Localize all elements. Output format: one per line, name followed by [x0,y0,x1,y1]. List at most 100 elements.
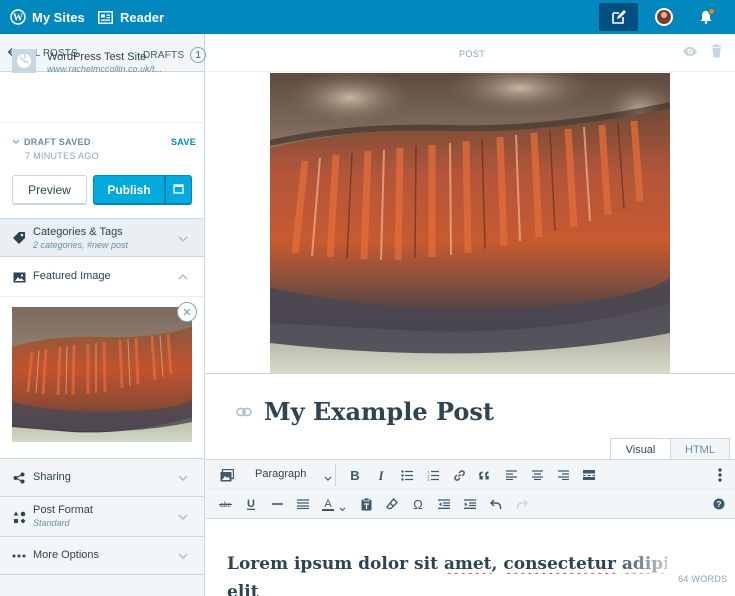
link-icon[interactable] [451,467,467,483]
trash-icon[interactable] [711,44,722,61]
italic-icon[interactable]: I [373,467,389,483]
site-globe-icon [12,49,36,73]
svg-text:3: 3 [427,477,430,481]
read-more-icon[interactable] [581,467,597,483]
chevron-down-icon [177,550,189,562]
horizontal-line-icon[interactable] [269,496,285,512]
accordion-title: Post Format [33,504,93,516]
align-left-icon[interactable] [503,467,519,483]
featured-image-photo [12,307,192,442]
paste-text-icon[interactable] [358,496,374,512]
ellipsis-icon [12,549,26,563]
outdent-icon[interactable] [436,496,452,512]
more-options-accordion[interactable]: More Options [0,536,204,574]
publish-button[interactable]: Publish [93,175,165,205]
share-icon [12,471,26,485]
post-format-accordion[interactable]: Post Format Standard [0,496,204,536]
eye-icon[interactable] [682,46,698,60]
underline-icon[interactable]: U [243,496,259,512]
numbered-list-icon[interactable]: 123 [425,467,441,483]
bullet-list-icon[interactable] [399,467,415,483]
notifications-button[interactable] [697,0,715,34]
drafts-link[interactable]: DRAFTS 1 [143,47,207,63]
featured-image-accordion[interactable]: Featured Image [0,256,204,296]
accordion-title: Sharing [33,471,71,483]
svg-text:I: I [377,469,384,481]
word-count: 64 WORDS [678,574,728,584]
accordion-subtitle: Standard [33,518,70,528]
site-url: www.rachelmccollin.co.uk/t... [47,64,163,74]
accordion-title: Categories & Tags [33,226,123,238]
reader-icon [98,10,120,24]
tab-visual[interactable]: Visual [610,438,671,460]
image-icon [12,270,26,284]
draft-status-toggle[interactable]: DRAFT SAVED [12,137,91,147]
toolbar-separator [335,464,336,486]
svg-text:W: W [13,13,23,24]
redo-icon[interactable] [514,496,530,512]
post-image-photo [270,73,670,373]
my-sites-label: My Sites [32,9,85,25]
post-image[interactable] [270,73,670,373]
masterbar: W My Sites Reader [0,0,735,34]
save-button[interactable]: SAVE [171,137,196,147]
post-editor: POST My Example Post Visual HTML Paragra… [206,34,735,596]
preview-button[interactable]: Preview [12,175,87,205]
svg-text:A: A [324,498,332,510]
accordion-subtitle: 2 categories, #new post [33,240,129,250]
link-icon[interactable] [236,406,252,420]
reader-link[interactable]: Reader [98,0,164,34]
remove-featured-image-button[interactable] [177,302,197,322]
blockquote-icon[interactable] [477,467,493,483]
editor-header: POST [206,34,735,72]
chevron-down-icon [12,137,24,147]
chevron-down-icon [177,511,189,523]
divider [206,373,735,374]
paragraph-format-select[interactable]: Paragraph [255,468,306,480]
my-sites-link[interactable]: W My Sites [10,0,85,34]
post-content[interactable]: Lorem ipsum dolor sit amet, consectetur … [227,554,667,574]
formatting-toolbar-primary: Paragraph B I 123 [206,459,735,489]
pencil-square-icon [611,9,627,25]
clear-formatting-icon[interactable] [384,496,400,512]
tab-html[interactable]: HTML [671,438,730,460]
chevron-down-icon [177,472,189,484]
strikethrough-icon[interactable]: abc [217,496,233,512]
post-content-line-2[interactable]: elit [227,582,259,596]
site-name: WordPress Test Site [47,51,147,63]
drafts-count-badge: 1 [190,47,207,63]
reader-label: Reader [120,9,165,25]
justify-icon[interactable] [295,496,311,512]
chevron-down-icon[interactable] [339,501,346,515]
draft-status-label: DRAFT SAVED [24,137,91,147]
schedule-button[interactable] [165,175,192,205]
calendar-icon [173,183,184,197]
help-icon[interactable]: ? [711,496,727,512]
sharing-accordion[interactable]: Sharing [0,458,204,496]
content-text: Lorem ipsum dolor sit [227,554,444,574]
wordpress-logo-icon: W [10,9,32,25]
sidebar-footer [0,574,204,596]
post-title[interactable]: My Example Post [264,397,494,426]
post-type-label: POST [459,49,486,59]
text-color-icon[interactable]: A [320,496,336,512]
indent-icon[interactable] [462,496,478,512]
avatar[interactable] [655,8,673,26]
bold-icon[interactable]: B [347,467,363,483]
undo-icon[interactable] [488,496,504,512]
drafts-label: DRAFTS [143,49,185,61]
chevron-up-icon [177,271,189,283]
write-post-button[interactable] [599,3,638,31]
formatting-toolbar-secondary: abc U A Ω ? [206,489,735,519]
special-character-icon[interactable]: Ω [410,496,426,512]
chevron-down-icon [177,233,189,245]
align-right-icon[interactable] [555,467,571,483]
categories-tags-accordion[interactable]: Categories & Tags 2 categories, #new pos… [0,218,204,256]
featured-image-thumbnail[interactable] [12,307,192,442]
svg-text:B: B [350,469,359,481]
align-center-icon[interactable] [529,467,545,483]
add-media-icon[interactable] [219,467,235,483]
more-vertical-icon[interactable] [712,467,728,483]
close-icon [183,305,191,319]
chevron-down-icon[interactable] [324,470,332,484]
